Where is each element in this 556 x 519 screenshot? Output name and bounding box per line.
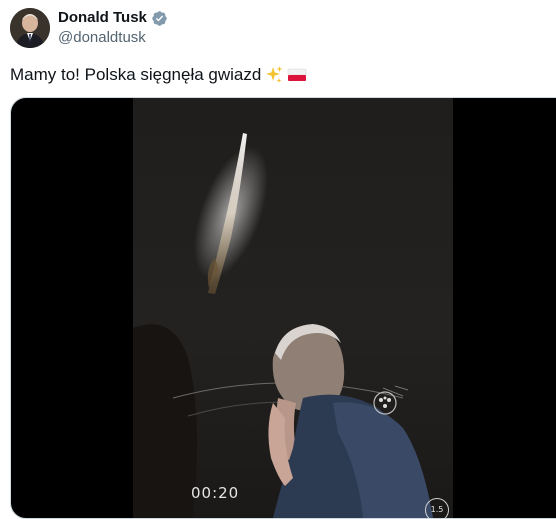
avatar-image [10, 8, 50, 48]
author-handle[interactable]: @donaldtusk [58, 28, 146, 48]
video-player[interactable]: 00:20 1.5 [10, 97, 556, 519]
verified-badge-icon [152, 10, 167, 26]
poland-flag-emoji-icon [288, 68, 307, 81]
sparkles-emoji-icon [266, 66, 283, 83]
author-name-row[interactable]: Donald Tusk [58, 8, 168, 28]
video-overlay-speed: 1.5 [425, 498, 449, 518]
avatar[interactable] [10, 8, 50, 48]
video-frame[interactable] [133, 98, 453, 518]
tweet-body: Mamy to! Polska sięgnęła gwiazd [10, 65, 262, 84]
video-overlay-time: 00:20 [191, 484, 240, 502]
rocket-launch-scene [133, 133, 433, 518]
tweet-text: Mamy to! Polska sięgnęła gwiazd [10, 64, 307, 86]
author-name[interactable]: Donald Tusk [58, 8, 147, 28]
